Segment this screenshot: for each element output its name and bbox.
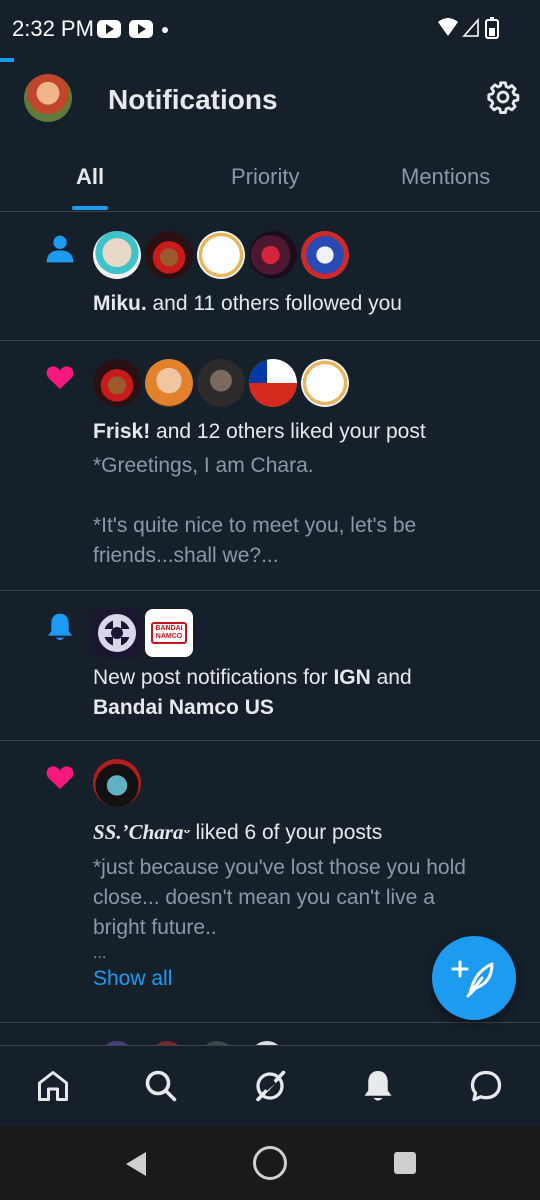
- show-all-link[interactable]: Show all: [93, 967, 172, 991]
- notification-text: New post notifications for IGN and: [93, 666, 412, 689]
- status-time: 2:32 PM: [12, 16, 94, 41]
- post-preview-line: *It's quite nice to meet you, let's be: [93, 514, 417, 537]
- user-name[interactable]: Miku.: [93, 292, 147, 315]
- person-icon: [46, 235, 74, 263]
- header: Notifications: [0, 62, 540, 142]
- tab-bar: All Priority Mentions: [0, 150, 540, 212]
- ign-logo[interactable]: [93, 609, 141, 657]
- avatar[interactable]: [93, 759, 141, 807]
- avatar[interactable]: [93, 231, 141, 279]
- tab-priority[interactable]: Priority: [231, 164, 299, 190]
- status-bar: 2:32 PM: [0, 0, 540, 60]
- post-preview-line: *just because you've lost those you hold: [93, 856, 466, 879]
- bottom-navigation: [0, 1045, 540, 1127]
- bandai-namco-logo[interactable]: BANDAI NAMCO: [145, 609, 193, 657]
- notification-item[interactable]: BANDAI NAMCO New post notifications for …: [0, 591, 540, 741]
- notification-item[interactable]: Miku. and 11 others followed you: [0, 213, 540, 341]
- tab-mentions[interactable]: Mentions: [401, 164, 490, 190]
- feather-plus-icon: [451, 960, 494, 998]
- notification-item[interactable]: Frisk! and 12 others liked your post *Gr…: [0, 341, 540, 591]
- grok-icon[interactable]: [252, 1068, 288, 1104]
- settings-gear-icon[interactable]: [486, 80, 520, 114]
- notification-text: SS.’Charaᵕ liked 6 of your posts: [93, 820, 383, 844]
- youtube-icon: [97, 20, 121, 38]
- page-title: Notifications: [108, 84, 278, 115]
- avatar[interactable]: [93, 359, 141, 407]
- recents-icon[interactable]: [394, 1152, 416, 1174]
- notification-dot-icon: [162, 27, 168, 33]
- avatar[interactable]: [197, 359, 245, 407]
- notification-item[interactable]: [0, 1023, 540, 1045]
- home-circle-icon[interactable]: [253, 1146, 287, 1180]
- post-preview-line: close... doesn't mean you can't live a: [93, 886, 435, 909]
- avatar[interactable]: [301, 359, 349, 407]
- post-preview-line: friends...shall we?...: [93, 544, 279, 567]
- avatar[interactable]: [301, 231, 349, 279]
- user-name[interactable]: Frisk!: [93, 420, 150, 443]
- signal-icon: [462, 17, 479, 37]
- notification-text: Frisk! and 12 others liked your post: [93, 420, 426, 443]
- avatar[interactable]: [197, 231, 245, 279]
- youtube-icon: [129, 20, 153, 38]
- bell-icon: [48, 613, 72, 640]
- notifications-bell-icon[interactable]: [360, 1068, 396, 1104]
- avatar[interactable]: [145, 359, 193, 407]
- user-name[interactable]: IGN: [333, 666, 370, 689]
- back-icon[interactable]: [124, 1151, 148, 1177]
- compose-post-button[interactable]: [432, 936, 516, 1020]
- notification-text: Bandai Namco US: [93, 693, 513, 723]
- status-icons: [438, 17, 499, 39]
- avatar[interactable]: [249, 231, 297, 279]
- search-icon[interactable]: [143, 1068, 179, 1104]
- wifi-icon: [438, 18, 458, 36]
- messages-icon[interactable]: [468, 1068, 504, 1104]
- avatar[interactable]: [249, 359, 297, 407]
- notification-text: Miku. and 11 others followed you: [93, 292, 402, 315]
- heart-icon: [46, 366, 74, 389]
- tab-all[interactable]: All: [76, 164, 104, 190]
- heart-icon: [46, 766, 74, 789]
- notification-feed[interactable]: Miku. and 11 others followed you Frisk! …: [0, 213, 540, 1045]
- avatar[interactable]: [145, 231, 193, 279]
- active-tab-indicator: [72, 206, 108, 210]
- post-preview-line: *Greetings, I am Chara.: [93, 454, 314, 477]
- system-navigation-bar: [0, 1127, 540, 1200]
- profile-avatar[interactable]: [24, 74, 72, 122]
- home-icon[interactable]: [35, 1068, 71, 1104]
- user-name[interactable]: Bandai Namco US: [93, 696, 274, 719]
- user-name[interactable]: SS.’Charaᵕ: [93, 820, 190, 844]
